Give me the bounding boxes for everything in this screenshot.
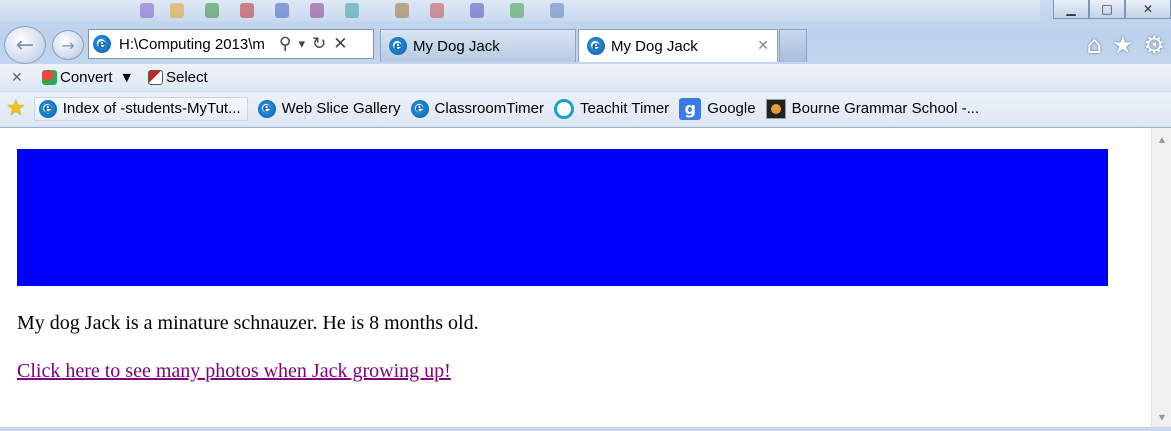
minimize-button[interactable]: ▁: [1053, 0, 1089, 19]
favorite-label: Index of -students-MyTut...: [62, 100, 241, 117]
select-icon: [148, 70, 163, 85]
gear-icon[interactable]: ⚙: [1143, 31, 1165, 59]
ie-page-icon: e: [410, 99, 429, 118]
ie-page-icon: e: [257, 99, 276, 118]
favorite-label: ClassroomTimer: [434, 100, 544, 117]
close-toolbar-icon[interactable]: ✕: [11, 70, 25, 86]
favorite-link[interactable]: g Google: [679, 97, 756, 120]
favorite-link[interactable]: Teachit Timer: [553, 98, 670, 119]
favorites-bar: ★ e Index of -students-MyTut... e Web Sl…: [0, 92, 1171, 125]
maximize-button[interactable]: □: [1089, 0, 1125, 19]
back-arrow-icon: ←: [15, 32, 35, 58]
blue-banner: [17, 149, 1108, 286]
address-dropdown-icon[interactable]: ▾: [298, 37, 305, 52]
favorite-link[interactable]: e ClassroomTimer: [410, 99, 544, 118]
tab-close-icon[interactable]: ✕: [757, 38, 769, 54]
favorite-link[interactable]: Bourne Grammar School -...: [765, 98, 980, 119]
google-icon: g: [679, 97, 702, 120]
favorite-label: Teachit Timer: [579, 100, 670, 117]
select-label: Select: [166, 69, 208, 86]
browser-chrome: ▁ □ ✕ ← → e H:\Computing 2013\m ⚲ ▾ ↻ ✕ …: [0, 0, 1171, 127]
refresh-icon[interactable]: ↻: [312, 34, 326, 54]
forward-button[interactable]: →: [52, 30, 84, 60]
favorites-star-icon[interactable]: ★: [1112, 31, 1134, 59]
bourne-icon: [765, 98, 786, 119]
tab-my-dog-jack-2[interactable]: e My Dog Jack ✕: [578, 29, 778, 62]
convert-button[interactable]: Convert ▼: [42, 69, 131, 86]
home-icon[interactable]: ⌂: [1087, 31, 1102, 59]
stop-icon[interactable]: ✕: [333, 34, 347, 54]
tab-title: My Dog Jack: [413, 37, 500, 55]
window-bottom-edge: [0, 427, 1171, 431]
convert-dropdown-icon[interactable]: ▼: [123, 71, 131, 84]
intro-paragraph: My dog Jack is a minature schnauzer. He …: [17, 312, 479, 334]
page-content: My dog Jack is a minature schnauzer. He …: [0, 128, 1150, 428]
photos-link[interactable]: Click here to see many photos when Jack …: [17, 360, 451, 383]
convert-icon: [42, 70, 57, 85]
ie-page-icon: e: [389, 37, 407, 55]
page-viewport: My dog Jack is a minature schnauzer. He …: [0, 127, 1171, 431]
new-tab-button[interactable]: [779, 29, 807, 62]
favorites-star-icon[interactable]: ★: [6, 96, 26, 121]
vertical-scrollbar[interactable]: ▲ ▼: [1151, 128, 1171, 428]
search-icon[interactable]: ⚲: [279, 34, 291, 54]
browser-toolbar-icons: ⌂ ★ ⚙: [1087, 31, 1165, 59]
ie-page-icon: e: [93, 35, 111, 53]
tab-title: My Dog Jack: [611, 37, 698, 55]
ie-page-icon: e: [38, 99, 57, 118]
favorite-label: Bourne Grammar School -...: [791, 100, 980, 117]
address-bar[interactable]: e H:\Computing 2013\m ⚲ ▾ ↻ ✕: [88, 29, 374, 59]
close-window-button[interactable]: ✕: [1125, 0, 1171, 19]
window-controls: ▁ □ ✕: [1053, 0, 1171, 19]
scroll-up-icon[interactable]: ▲: [1152, 130, 1171, 148]
tab-my-dog-jack-1[interactable]: e My Dog Jack: [380, 29, 576, 62]
favorite-link[interactable]: e Index of -students-MyTut...: [33, 96, 248, 121]
navigation-row: ← → e H:\Computing 2013\m ⚲ ▾ ↻ ✕ e My D…: [0, 24, 1171, 64]
favorite-link[interactable]: e Web Slice Gallery: [257, 99, 401, 118]
favorite-label: Web Slice Gallery: [281, 100, 401, 117]
convert-label: Convert: [60, 69, 113, 86]
favorite-label: Google: [707, 100, 756, 117]
ie-page-icon: e: [587, 37, 605, 55]
scroll-down-icon[interactable]: ▼: [1152, 408, 1171, 426]
command-bar: ✕ Convert ▼ Select: [0, 64, 1171, 91]
address-input[interactable]: H:\Computing 2013\m: [119, 36, 273, 53]
teachit-icon: [553, 98, 574, 119]
select-button[interactable]: Select: [148, 69, 208, 86]
forward-arrow-icon: →: [61, 35, 75, 55]
back-button[interactable]: ←: [4, 26, 46, 64]
taskbar-strip: [0, 0, 1040, 22]
